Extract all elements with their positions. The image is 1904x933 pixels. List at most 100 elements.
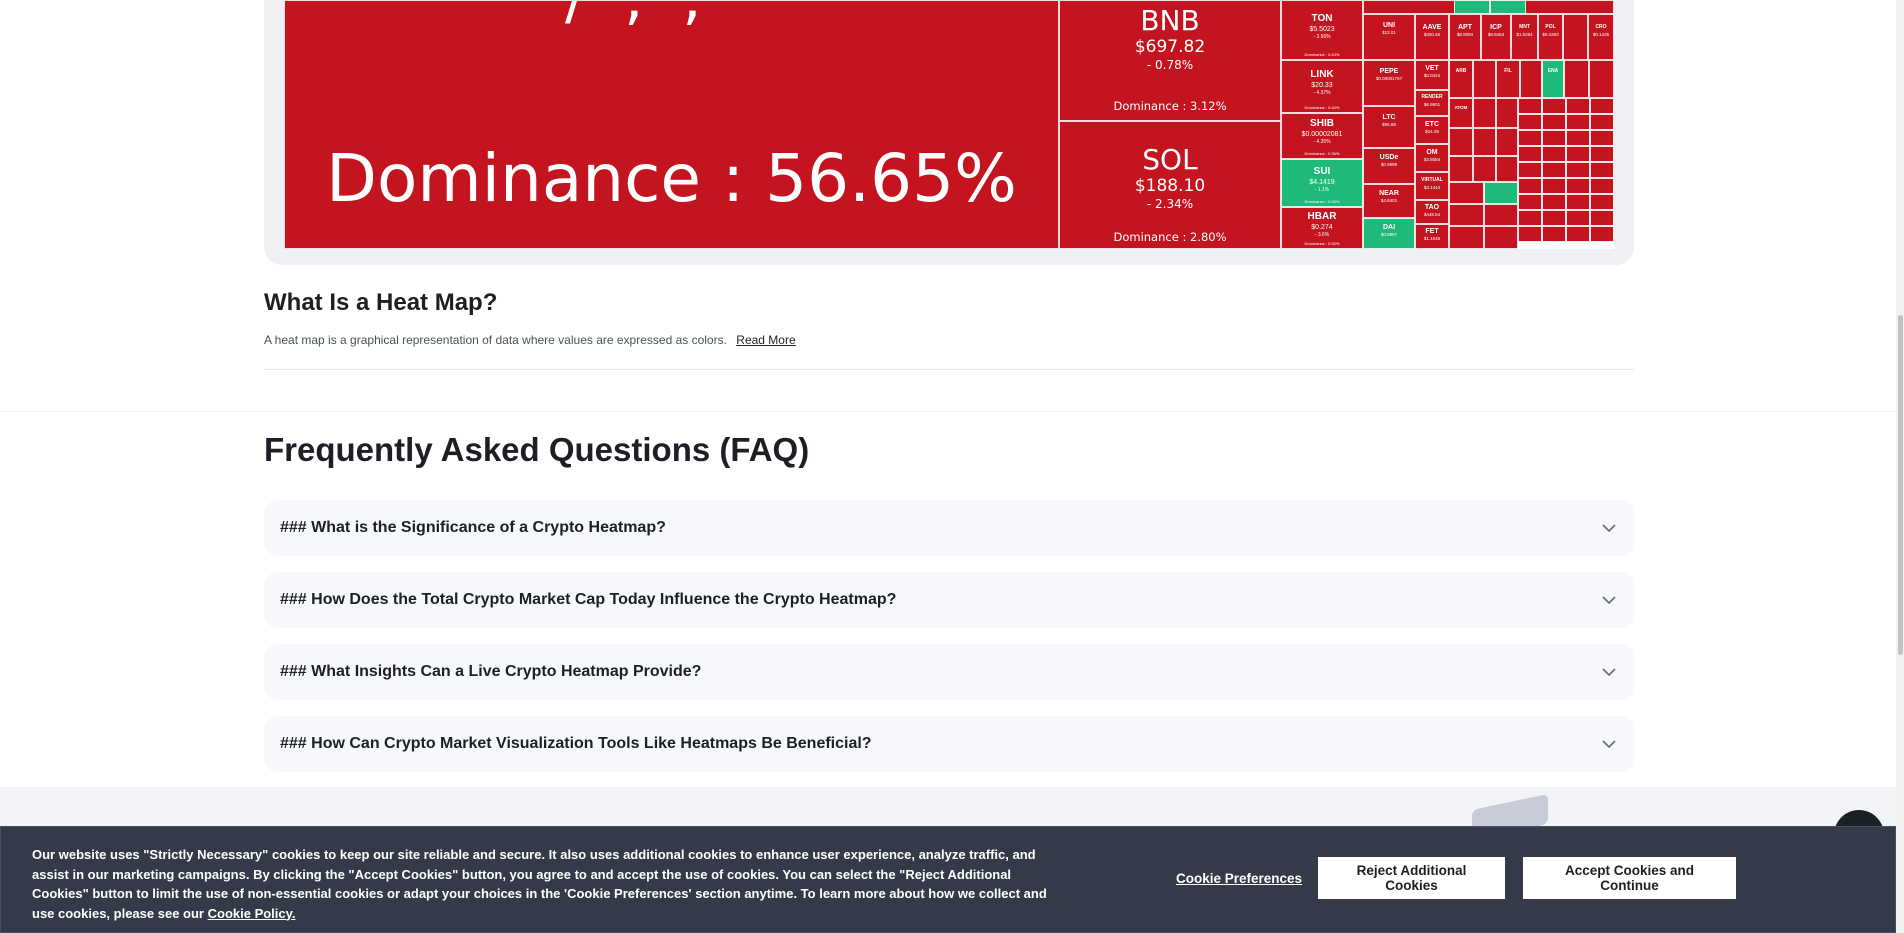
micro-tile[interactable] [1518, 194, 1542, 210]
micro-tile[interactable] [1518, 210, 1542, 226]
micro-tile[interactable] [1542, 130, 1566, 146]
micro-tile[interactable] [1566, 146, 1590, 162]
micro-tile[interactable] [1590, 178, 1614, 194]
accept-cookies-button[interactable]: Accept Cookies and Continue [1523, 857, 1736, 899]
micro-tile[interactable] [1518, 226, 1542, 242]
micro-tile[interactable] [1542, 194, 1566, 210]
heatmap-tile-r3b[interactable] [1473, 98, 1496, 128]
heatmap-tile-r6a[interactable] [1449, 182, 1484, 204]
micro-tile[interactable] [1542, 178, 1566, 194]
micro-tile[interactable] [1590, 146, 1614, 162]
heatmap-tile-usde[interactable]: USDe $0.9999 [1363, 148, 1415, 184]
heatmap-tile-r5b[interactable] [1473, 156, 1496, 182]
micro-tile[interactable] [1566, 210, 1590, 226]
micro-tile[interactable] [1542, 146, 1566, 162]
heatmap-tile-r4b[interactable] [1473, 128, 1496, 156]
heatmap-tile-tao[interactable]: TAO $448.54 [1415, 200, 1449, 224]
faq-item[interactable]: ### What is the Significance of a Crypto… [264, 500, 1634, 556]
heatmap-tile-bnb[interactable]: BNB $697.82 - 0.78% Dominance : 3.12% [1059, 0, 1281, 121]
heatmap-tile-mnt[interactable]: MNT $1.0264 [1511, 14, 1538, 60]
heatmap-tile-r2f[interactable] [1589, 60, 1614, 98]
heatmap-tile-top-green-b[interactable] [1490, 0, 1526, 14]
heatmap-tile-virtual[interactable]: VIRTUAL $3.1443 [1415, 172, 1449, 200]
micro-tile[interactable] [1518, 98, 1542, 114]
heatmap-tile-link[interactable]: LINK $20.33 - 4.37% Dominance : 0.40% [1281, 60, 1363, 113]
micro-tile[interactable] [1518, 130, 1542, 146]
heatmap-tile-r8b[interactable] [1484, 226, 1518, 249]
reject-cookies-button[interactable]: Reject Additional Cookies [1318, 857, 1505, 899]
read-more-link[interactable]: Read More [736, 333, 795, 347]
micro-tile[interactable] [1590, 226, 1614, 242]
heatmap-tile-ltc[interactable]: LTC $96.68 [1363, 106, 1415, 148]
micro-tile[interactable] [1566, 162, 1590, 178]
cookie-policy-link[interactable]: Cookie Policy. [208, 906, 296, 921]
heatmap-tile-r4a[interactable] [1449, 128, 1473, 156]
heatmap-tile-cro[interactable]: CRO $0.1435 [1588, 14, 1614, 60]
micro-tile[interactable] [1566, 98, 1590, 114]
micro-tile[interactable] [1566, 226, 1590, 242]
heatmap-tile-atom[interactable]: ATOM [1449, 98, 1473, 128]
heatmap-tile-ton[interactable]: TON $5.5023 - 3.56% Dominance : 0.43% [1281, 0, 1363, 60]
faq-item[interactable]: ### What Insights Can a Live Crypto Heat… [264, 644, 1634, 700]
scrollbar-thumb[interactable] [1898, 315, 1903, 655]
heatmap-tile-r5a[interactable] [1449, 156, 1473, 182]
heatmap-tile-om[interactable]: OM $3.8584 [1415, 144, 1449, 172]
heatmap-tile-etc2[interactable] [1563, 14, 1588, 60]
heatmap-tile-top-green-a[interactable] [1454, 0, 1490, 14]
heatmap-tile-r6b[interactable] [1484, 182, 1518, 204]
heatmap-tile-btc[interactable]: / , , Dominance : 56.65% [284, 0, 1059, 249]
micro-tile[interactable] [1566, 178, 1590, 194]
cookie-preferences-link[interactable]: Cookie Preferences [1176, 871, 1302, 886]
heatmap-tile-vet[interactable]: VET $0.0424 [1415, 60, 1449, 90]
micro-tile[interactable] [1590, 162, 1614, 178]
heatmap-tile-r7b[interactable] [1484, 204, 1518, 226]
heatmap-tile-etc[interactable]: ETC $24.49 [1415, 116, 1449, 144]
heatmap-tile-near[interactable]: NEAR $4.8401 [1363, 184, 1415, 218]
heatmap-tile-uni[interactable]: UNI $13.01 [1363, 14, 1415, 60]
heatmap-tile-r2c[interactable] [1520, 60, 1542, 98]
heatmap-tile-fet[interactable]: FET $1.1045 [1415, 224, 1449, 249]
micro-tile[interactable] [1542, 98, 1566, 114]
heatmap-tile-pol[interactable]: POL $0.4393 [1538, 14, 1563, 60]
micro-tile[interactable] [1518, 114, 1542, 130]
heatmap-tile-aave[interactable]: AAVE $300.46 [1415, 14, 1449, 60]
micro-tile[interactable] [1518, 178, 1542, 194]
tile-price: $4.1419 [1309, 179, 1335, 186]
heatmap-tile-r5c[interactable] [1496, 156, 1518, 182]
heatmap-tile-r3c[interactable] [1496, 98, 1518, 128]
micro-tile[interactable] [1590, 194, 1614, 210]
heatmap-tile-hbar[interactable]: HBAR $0.274 - 3.6% Dominance : 0.30% [1281, 207, 1363, 249]
micro-tile[interactable] [1542, 226, 1566, 242]
micro-tile[interactable] [1518, 146, 1542, 162]
heatmap-tile-om2[interactable] [1473, 60, 1496, 98]
micro-tile[interactable] [1590, 114, 1614, 130]
tile-price: $96.68 [1382, 122, 1396, 127]
faq-item[interactable]: ### How Can Crypto Market Visualization … [264, 716, 1634, 772]
heatmap-tile-r8a[interactable] [1449, 226, 1484, 249]
micro-tile[interactable] [1566, 114, 1590, 130]
heatmap-tile-r2e[interactable] [1564, 60, 1589, 98]
heatmap-tile-r4c[interactable] [1496, 128, 1518, 156]
micro-tile[interactable] [1542, 114, 1566, 130]
heatmap-tile-fil[interactable]: FIL [1496, 60, 1520, 98]
heatmap-tile-arb[interactable]: ARB [1449, 60, 1473, 98]
heatmap-tile-dai[interactable]: DAI $0.9997 [1363, 218, 1415, 249]
heatmap-tile-r7a[interactable] [1449, 204, 1484, 226]
heatmap-tile-ena[interactable]: ENA [1542, 60, 1564, 98]
heatmap-tile-sol[interactable]: SOL $188.10 - 2.34% Dominance : 2.80% [1059, 121, 1281, 249]
heatmap-tile-icp[interactable]: ICP $9.8453 [1481, 14, 1511, 60]
micro-tile[interactable] [1518, 162, 1542, 178]
micro-tile[interactable] [1542, 210, 1566, 226]
heatmap-tile-pepe[interactable]: PEPE $0.00001767 [1363, 60, 1415, 106]
heatmap-tile-shib[interactable]: SHIB $0.00002081 - 4.35% Dominance : 0.3… [1281, 113, 1363, 159]
micro-tile[interactable] [1590, 98, 1614, 114]
micro-tile[interactable] [1542, 162, 1566, 178]
micro-tile[interactable] [1590, 210, 1614, 226]
faq-item[interactable]: ### How Does the Total Crypto Market Cap… [264, 572, 1634, 628]
micro-tile[interactable] [1590, 130, 1614, 146]
heatmap-tile-apt[interactable]: APT $8.8094 [1449, 14, 1481, 60]
heatmap-tile-render[interactable]: RENDER $6.9501 [1415, 90, 1449, 116]
micro-tile[interactable] [1566, 130, 1590, 146]
micro-tile[interactable] [1566, 194, 1590, 210]
heatmap-tile-sui[interactable]: SUI $4.1419 - 1.1% Dominance : 0.35% [1281, 159, 1363, 207]
